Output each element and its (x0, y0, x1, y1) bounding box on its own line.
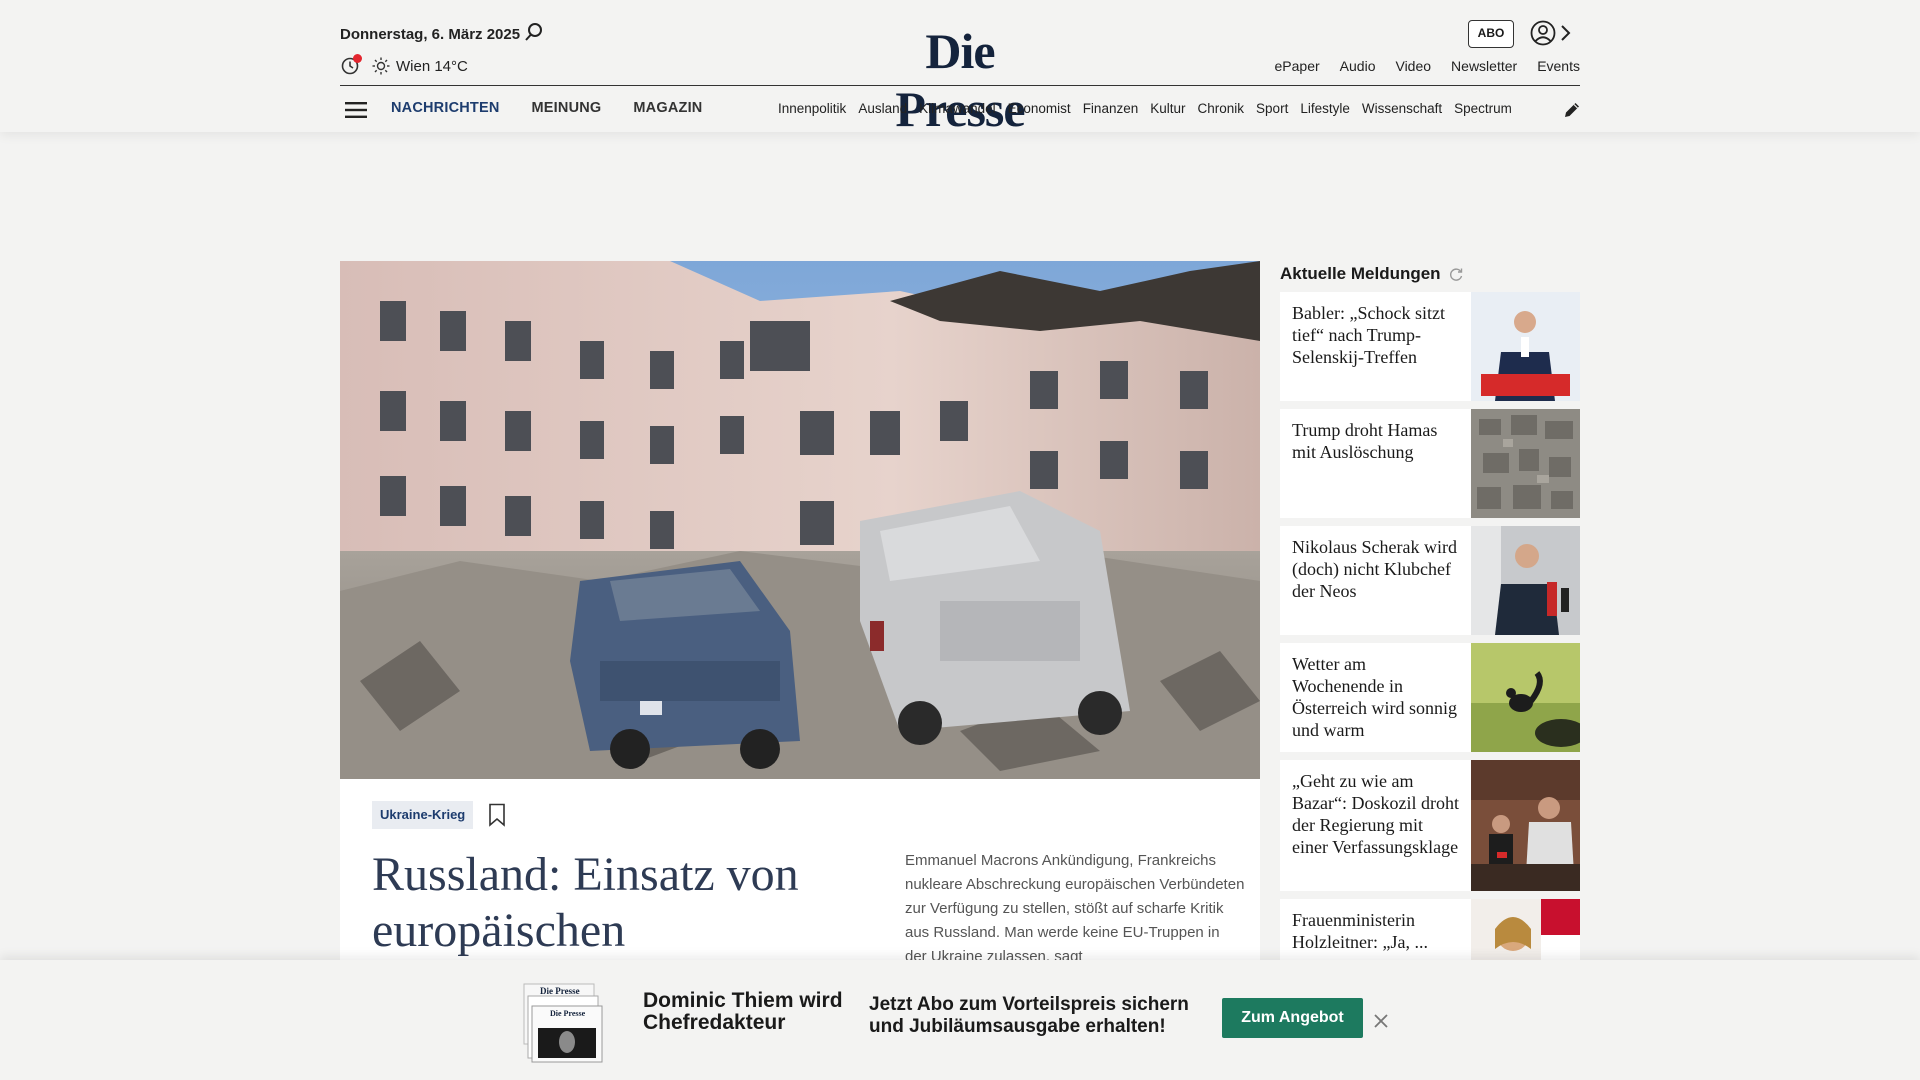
weather-text[interactable]: Wien 14°C (396, 58, 468, 75)
search-icon[interactable] (524, 22, 544, 42)
user-icon[interactable] (1530, 20, 1556, 46)
press-microphones-photo (1471, 526, 1580, 635)
section-spectrum[interactable]: Spectrum (1454, 101, 1512, 116)
top-link-events[interactable]: Events (1537, 58, 1580, 74)
current-date: Donnerstag, 6. März 2025 (340, 26, 521, 43)
newspaper-logo-text: Die Presse (540, 986, 580, 996)
section-finanzen[interactable]: Finanzen (1083, 101, 1139, 116)
bookmark-icon[interactable] (488, 803, 506, 827)
squirrel-meadow-photo (1471, 643, 1580, 752)
parliament-speaker-photo (1471, 760, 1580, 891)
top-links: ePaper Audio Video Newsletter Events (1275, 58, 1580, 74)
news-item[interactable]: Frauenministerin Holzleitner: „Ja, ... (1280, 899, 1580, 960)
news-item-text: Frauenministerin Holzleitner: „Ja, ... (1292, 910, 1428, 952)
header-inner: Donnerstag, 6. März 2025 Wien 14°C Die P… (340, 0, 1582, 137)
article-tag[interactable]: Ukraine-Krieg (372, 801, 474, 829)
banner-text: Jetzt Abo zum Vorteilspreis sichern und … (869, 994, 1189, 1037)
section-klimawandel[interactable]: Klimawandel (919, 101, 996, 116)
refresh-icon[interactable] (1448, 266, 1464, 282)
top-link-audio[interactable]: Audio (1340, 58, 1376, 74)
sun-icon (372, 57, 390, 75)
news-item[interactable]: Nikolaus Scherak wird (doch) nicht Klubc… (1280, 526, 1580, 635)
section-chronik[interactable]: Chronik (1198, 101, 1245, 116)
white-van (860, 491, 1130, 745)
article-headline[interactable]: Russland: Einsatz von europäischen (372, 847, 832, 959)
section-innenpolitik[interactable]: Innenpolitik (778, 101, 846, 116)
pencil-icon[interactable] (1562, 100, 1582, 120)
news-ticker-list: Babler: „Schock sitzt tief“ nach Trump-S… (1280, 292, 1580, 960)
notification-dot (353, 54, 362, 63)
news-item-text: Trump droht Hamas mit Auslöschung (1292, 420, 1438, 462)
banner-title: Dominic Thiem wird Chefredakteur (643, 989, 843, 1034)
minister-flag-photo (1471, 899, 1580, 960)
section-economist[interactable]: Economist (1008, 101, 1071, 116)
news-item-text: Wetter am Wochenende in Österreich wird … (1292, 654, 1457, 740)
nav-nachrichten[interactable]: NACHRICHTEN (391, 100, 500, 116)
news-item[interactable]: Wetter am Wochenende in Österreich wird … (1280, 643, 1580, 752)
abo-button[interactable]: ABO (1468, 20, 1514, 48)
close-icon[interactable] (1374, 1014, 1388, 1028)
newspaper-logo-text-2: Die Presse (550, 1009, 586, 1018)
newspaper-stack-image: Die Presse Die Presse (523, 983, 603, 1063)
main-nav: NACHRICHTEN MEINUNG MAGAZIN (391, 100, 702, 116)
news-item-text: Nikolaus Scherak wird (doch) nicht Klubc… (1292, 537, 1457, 601)
section-ausland[interactable]: Ausland (858, 101, 907, 116)
news-item[interactable]: Trump droht Hamas mit Auslöschung (1280, 409, 1580, 518)
news-item-text: „Geht zu wie am Bazar“: Doskozil droht d… (1292, 771, 1459, 857)
article-lead: Emmanuel Macrons Ankündigung, Frankreich… (905, 852, 1245, 965)
hero-image[interactable] (340, 261, 1260, 779)
section-kultur[interactable]: Kultur (1150, 101, 1185, 116)
politician-speech-photo (1471, 292, 1580, 401)
site-logo[interactable]: Die Presse (860, 22, 1060, 138)
chevron-right-icon[interactable] (1558, 23, 1572, 43)
destroyed-building-photo (340, 261, 1260, 779)
sidebar-title: Aktuelle Meldungen (1280, 264, 1441, 283)
news-item[interactable]: Babler: „Schock sitzt tief“ nach Trump-S… (1280, 292, 1580, 401)
aerial-destruction-photo (1471, 409, 1580, 518)
top-link-newsletter[interactable]: Newsletter (1451, 58, 1517, 74)
offer-button[interactable]: Zum Angebot (1222, 998, 1363, 1038)
section-nav-fade (1508, 96, 1538, 122)
section-nav: Innenpolitik Ausland Klimawandel Economi… (778, 101, 1533, 116)
nav-meinung[interactable]: MEINUNG (532, 100, 602, 116)
menu-icon[interactable] (345, 101, 367, 119)
site-header: Donnerstag, 6. März 2025 Wien 14°C Die P… (0, 0, 1920, 137)
header-divider (340, 85, 1580, 86)
section-lifestyle[interactable]: Lifestyle (1300, 101, 1350, 116)
section-wissenschaft[interactable]: Wissenschaft (1362, 101, 1442, 116)
nav-magazin[interactable]: MAGAZIN (633, 100, 702, 116)
subscription-banner: Die Presse Die Presse Dominic Thiem wird… (0, 960, 1920, 1080)
news-item[interactable]: „Geht zu wie am Bazar“: Doskozil droht d… (1280, 760, 1580, 891)
top-link-epaper[interactable]: ePaper (1275, 58, 1320, 74)
section-sport[interactable]: Sport (1256, 101, 1288, 116)
news-item-text: Babler: „Schock sitzt tief“ nach Trump-S… (1292, 303, 1445, 367)
top-link-video[interactable]: Video (1395, 58, 1431, 74)
